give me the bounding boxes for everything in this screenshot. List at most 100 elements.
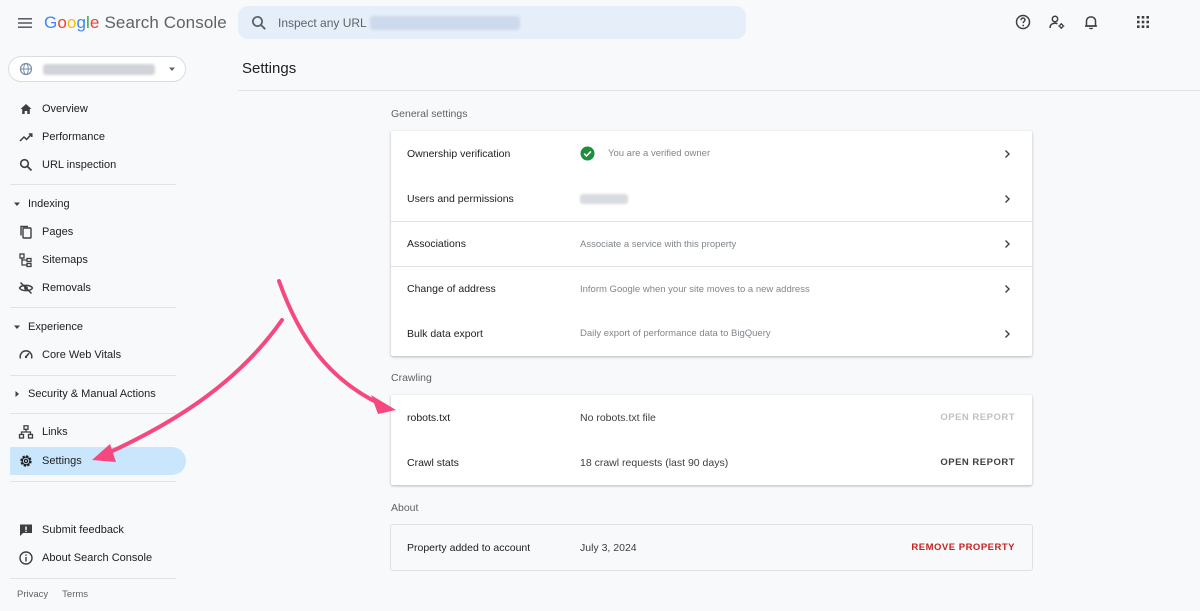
triangle-right-icon bbox=[15, 391, 19, 397]
remove-property-button[interactable]: REMOVE PROPERTY bbox=[911, 542, 1015, 553]
property-selector[interactable] bbox=[8, 56, 186, 82]
crawling-card: robots.txt No robots.txt file OPEN REPOR… bbox=[391, 395, 1032, 485]
sidebar-divider bbox=[10, 307, 176, 308]
apps-grid-icon[interactable] bbox=[1134, 13, 1152, 31]
sidebar-item-pages[interactable]: Pages bbox=[10, 218, 186, 246]
row-label: Ownership verification bbox=[407, 147, 511, 160]
search-icon bbox=[19, 158, 33, 172]
row-label: robots.txt bbox=[407, 411, 451, 424]
open-report-button[interactable]: OPEN REPORT bbox=[940, 457, 1015, 468]
sidebar-item-links[interactable]: Links bbox=[10, 418, 186, 446]
chevron-right-icon bbox=[1005, 285, 1010, 293]
sidebar-item-label: Core Web Vitals bbox=[42, 349, 122, 361]
robots-txt-row: robots.txt No robots.txt file OPEN REPOR… bbox=[391, 395, 1032, 440]
sidebar-item-about[interactable]: About Search Console bbox=[10, 544, 186, 572]
sitemap-icon bbox=[19, 253, 32, 268]
sidebar-item-label: Pages bbox=[42, 226, 74, 238]
crawl-stats-row: Crawl stats 18 crawl requests (last 90 d… bbox=[391, 440, 1032, 485]
globe-icon bbox=[19, 62, 33, 76]
section-label-crawling: Crawling bbox=[391, 372, 432, 384]
sidebar-divider bbox=[10, 481, 176, 482]
row-detail bbox=[580, 193, 628, 204]
bell-icon[interactable] bbox=[1082, 13, 1100, 31]
gear-icon bbox=[20, 455, 32, 467]
row-label: Change of address bbox=[407, 283, 496, 295]
url-inspection-search[interactable] bbox=[238, 6, 746, 39]
section-label-about: About bbox=[391, 502, 419, 514]
sidebar-item-overview[interactable]: Overview bbox=[10, 95, 186, 123]
users-permissions-row[interactable]: Users and permissions bbox=[391, 176, 1032, 221]
redacted-property-name bbox=[43, 63, 155, 75]
sidebar-item-label: About Search Console bbox=[42, 552, 153, 564]
sidebar-divider bbox=[10, 375, 176, 376]
open-report-button-disabled: OPEN REPORT bbox=[940, 412, 1015, 423]
info-icon bbox=[19, 551, 33, 565]
bulk-data-export-row[interactable]: Bulk data export Daily export of perform… bbox=[391, 311, 1032, 356]
sidebar-item-label: Links bbox=[42, 426, 68, 438]
verified-text: You are a verified owner bbox=[608, 148, 711, 159]
sidebar-item-performance[interactable]: Performance bbox=[10, 123, 186, 151]
search-console-logo[interactable]: Google Search Console bbox=[44, 13, 227, 33]
terms-link[interactable]: Terms bbox=[62, 589, 88, 600]
speed-icon bbox=[19, 350, 33, 359]
product-name: Search Console bbox=[104, 13, 227, 32]
help-icon[interactable] bbox=[1014, 13, 1032, 31]
ownership-verification-row[interactable]: Ownership verification You are a verifie… bbox=[391, 131, 1032, 176]
row-label: Property added to account bbox=[407, 541, 531, 554]
logo-letter: g bbox=[76, 13, 87, 32]
row-detail: Daily export of performance data to BigQ… bbox=[580, 328, 771, 339]
sidebar-section-experience[interactable]: Experience bbox=[12, 318, 83, 336]
page-title: Settings bbox=[242, 60, 297, 77]
sidebar-divider bbox=[10, 578, 176, 579]
chevron-right-icon bbox=[1005, 194, 1010, 203]
top-bar: Google Search Console bbox=[0, 0, 1200, 46]
eye-off-icon bbox=[18, 281, 34, 295]
row-detail: Associate a service with this property bbox=[580, 238, 737, 250]
row-label: Associations bbox=[407, 238, 466, 250]
check-circle-icon bbox=[580, 146, 595, 161]
caret-down-icon bbox=[169, 67, 175, 71]
arrow-to-robots bbox=[277, 279, 382, 406]
sidebar-item-label: URL inspection bbox=[42, 159, 117, 171]
chevron-right-icon bbox=[1005, 329, 1010, 338]
sidebar-item-settings[interactable]: Settings bbox=[10, 447, 186, 475]
sidebar-item-label: Overview bbox=[42, 103, 88, 115]
triangle-down-icon bbox=[14, 202, 20, 206]
privacy-link[interactable]: Privacy bbox=[17, 589, 48, 600]
row-detail: Inform Google when your site moves to a … bbox=[580, 283, 810, 295]
menu-icon[interactable] bbox=[16, 14, 34, 32]
search-icon bbox=[252, 15, 266, 30]
feedback-icon bbox=[20, 524, 32, 536]
logo-letter: G bbox=[44, 13, 58, 32]
sidebar-item-removals[interactable]: Removals bbox=[10, 274, 186, 302]
links-icon bbox=[18, 425, 34, 439]
sidebar-item-submit-feedback[interactable]: Submit feedback bbox=[10, 516, 186, 544]
chevron-right-icon bbox=[1005, 240, 1010, 248]
sidebar-item-url-inspection[interactable]: URL inspection bbox=[10, 151, 186, 179]
sidebar-item-label: Performance bbox=[42, 131, 105, 143]
chevron-right-icon bbox=[1005, 149, 1010, 158]
manage-accounts-icon[interactable] bbox=[1048, 13, 1066, 31]
property-added-row: Property added to account July 3, 2024 R… bbox=[391, 525, 1032, 570]
pages-icon bbox=[20, 225, 32, 239]
sidebar-item-core-web-vitals[interactable]: Core Web Vitals bbox=[10, 341, 186, 369]
associations-row[interactable]: Associations Associate a service with th… bbox=[391, 221, 1032, 266]
redacted-property-url bbox=[370, 15, 520, 30]
triangle-down-icon bbox=[14, 325, 20, 329]
general-settings-card: Ownership verification You are a verifie… bbox=[391, 131, 1032, 356]
logo-letter: e bbox=[89, 13, 100, 32]
row-detail: No robots.txt file bbox=[580, 411, 656, 424]
change-of-address-row[interactable]: Change of address Inform Google when you… bbox=[391, 266, 1032, 311]
sidebar-section-label: Indexing bbox=[28, 198, 70, 210]
sidebar-section-indexing[interactable]: Indexing bbox=[12, 195, 70, 213]
row-detail: You are a verified owner bbox=[580, 146, 710, 161]
about-card: Property added to account July 3, 2024 R… bbox=[391, 525, 1032, 570]
sidebar-section-security[interactable]: Security & Manual Actions bbox=[12, 385, 156, 403]
sidebar-item-label: Removals bbox=[42, 282, 91, 294]
search-input[interactable] bbox=[278, 15, 370, 30]
home-icon bbox=[20, 104, 32, 114]
sidebar-divider bbox=[10, 413, 176, 414]
sidebar-section-label: Security & Manual Actions bbox=[28, 388, 156, 400]
row-label: Crawl stats bbox=[407, 456, 459, 469]
sidebar-item-sitemaps[interactable]: Sitemaps bbox=[10, 246, 186, 274]
